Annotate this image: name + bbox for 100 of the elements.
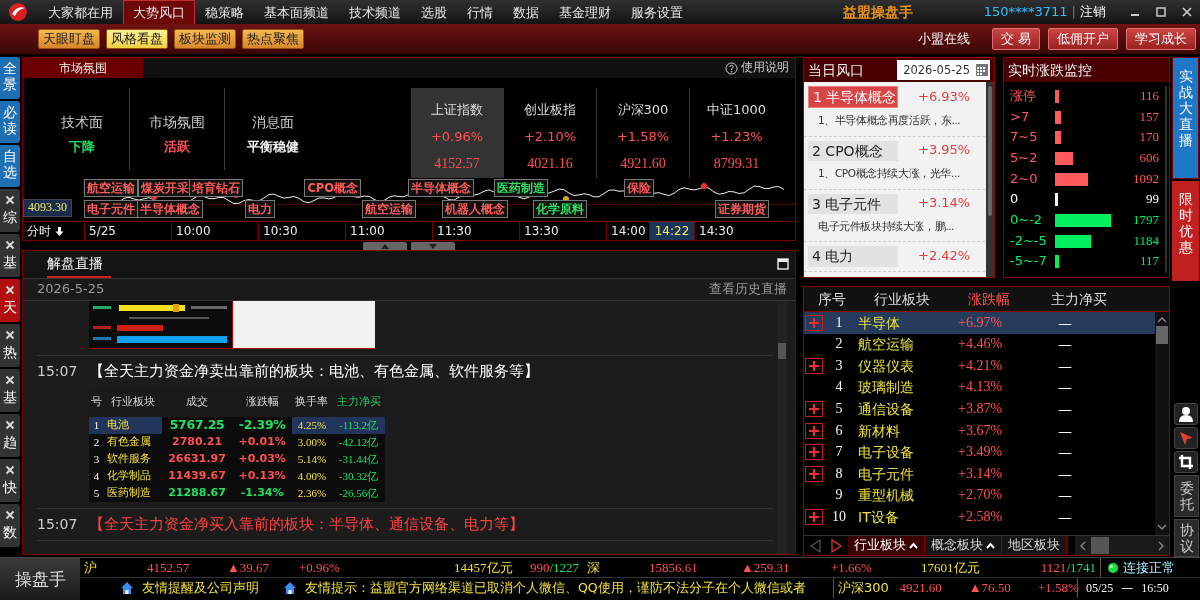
sector-tag[interactable]: 机器人概念 (442, 200, 509, 219)
scrollbar-thumb[interactable] (1091, 537, 1109, 554)
closable-tab[interactable]: 综 (0, 189, 20, 232)
topic-item[interactable]: 2 CPO概念 (808, 140, 898, 161)
sector-tag[interactable]: 半导体概念 (408, 179, 475, 198)
closable-tab[interactable]: 趋 (0, 414, 20, 457)
column-header[interactable]: 序号 (804, 289, 860, 309)
expand-button[interactable] (805, 358, 823, 374)
side-tab[interactable]: 自选 (0, 145, 20, 187)
close-icon[interactable] (1182, 7, 1192, 17)
promo-banner[interactable]: 实战大直播 (1172, 57, 1199, 179)
menu-item[interactable]: 数据 (503, 0, 549, 24)
sector-tag[interactable]: 化学原料 (533, 200, 588, 219)
notice-text[interactable]: 友情提示：益盟官方网络渠道已取消个人微信、QQ使用，谨防不法分子在个人微信或者 (305, 578, 806, 598)
side-tab[interactable]: 全景 (0, 57, 20, 99)
sector-tag[interactable]: CPO概念 (304, 179, 362, 198)
online-service-link[interactable]: 小盟在线 (917, 30, 970, 48)
expand-button[interactable] (805, 444, 823, 461)
scrollbar[interactable] (777, 301, 787, 554)
collapse-up-button[interactable] (363, 242, 407, 250)
expand-button[interactable] (805, 465, 823, 482)
panel-tab[interactable]: 市场氛围 (23, 58, 143, 78)
user-icon[interactable] (1178, 405, 1194, 422)
closable-tab[interactable]: 热 (0, 324, 20, 367)
close-icon[interactable] (5, 285, 15, 295)
closable-tab[interactable]: 天 (0, 279, 20, 322)
action-button[interactable]: 低佣开户 (1048, 28, 1118, 50)
scroll-right-icon[interactable] (1157, 540, 1165, 551)
side-button[interactable]: 协议 (1174, 518, 1199, 557)
expand-button[interactable] (805, 401, 823, 418)
previous-icon[interactable] (808, 537, 824, 554)
crop-icon[interactable] (1178, 453, 1194, 470)
scroll-up-icon[interactable] (1157, 316, 1167, 324)
closable-tab[interactable]: 基 (0, 234, 20, 277)
history-link[interactable]: 查看历史直播 (709, 281, 787, 298)
panel-tab[interactable]: 解盘直播 (47, 250, 111, 278)
notice-text[interactable]: 友情提醒及公司声明 (142, 578, 259, 598)
sector-tag[interactable]: 航空运输 (84, 179, 138, 198)
menu-item[interactable]: 基本面频道 (254, 0, 339, 24)
sector-tag[interactable]: 电力 (244, 200, 275, 219)
sector-tab[interactable]: 概念板块 (925, 536, 1002, 555)
column-header[interactable]: 行业板块 (860, 289, 944, 309)
topic-item[interactable]: 4 电力 (808, 246, 898, 267)
menu-item[interactable]: 基金理财 (549, 0, 621, 24)
mode-button[interactable]: 风格看盘 (106, 29, 168, 49)
collapse-down-button[interactable] (411, 242, 455, 250)
sector-tag[interactable]: 医药制造 (493, 179, 548, 198)
menu-item[interactable]: 选股 (411, 0, 457, 24)
index-card[interactable]: 沪深300 +1.58% 4921.60 (597, 88, 690, 179)
maximize-icon[interactable] (1156, 7, 1166, 17)
closable-tab[interactable]: 基 (0, 369, 20, 412)
menu-item[interactable]: 大家都在用 (38, 0, 123, 24)
menu-item[interactable]: 服务设置 (621, 0, 693, 24)
mode-button[interactable]: 天眼盯盘 (38, 29, 100, 49)
close-icon[interactable] (5, 375, 15, 385)
promo-banner[interactable]: 限时优惠 (1172, 181, 1199, 281)
column-header[interactable]: 主力净买 (1034, 289, 1124, 309)
index-card[interactable]: 创业板指 +2.10% 4021.16 (504, 88, 597, 179)
index-card[interactable]: 中证1000 +1.23% 8799.31 (690, 88, 783, 179)
scrollbar[interactable] (986, 82, 994, 277)
sector-tag[interactable]: 电子元件 (84, 200, 138, 219)
close-icon[interactable] (5, 465, 15, 475)
expand-button[interactable] (805, 509, 823, 526)
period-selector[interactable]: 分时 (27, 222, 51, 240)
sector-tab[interactable]: 行业板块 (848, 536, 925, 555)
topic-item[interactable]: 1 半导体概念 (808, 86, 898, 109)
pointer-icon[interactable] (1178, 429, 1194, 446)
mode-button[interactable]: 热点聚焦 (242, 29, 304, 49)
sector-tag[interactable]: 航空运输 (362, 200, 416, 219)
home-icon[interactable] (283, 581, 297, 595)
closable-tab[interactable]: 快 (0, 459, 20, 502)
sector-tab[interactable]: 地区板块 (1002, 536, 1067, 555)
close-icon[interactable] (5, 510, 15, 520)
column-header[interactable]: 涨跌幅 (944, 289, 1034, 309)
logout-link[interactable]: 注销 (1080, 3, 1106, 21)
scroll-down-icon[interactable] (1157, 523, 1167, 531)
mode-button[interactable]: 板块监测 (174, 29, 236, 49)
close-icon[interactable] (5, 195, 15, 205)
scrollbar-thumb[interactable] (1156, 326, 1168, 344)
sector-tag[interactable]: 半导体概念 (136, 200, 203, 219)
help-icon[interactable] (725, 61, 738, 75)
help-link[interactable]: 使用说明 (741, 60, 789, 76)
down-arrow-icon[interactable] (55, 225, 64, 237)
expand-button[interactable] (805, 314, 823, 331)
sector-tag[interactable]: 证券期货 (714, 200, 769, 219)
closable-tab[interactable]: 数 (0, 504, 20, 547)
topic-item[interactable]: 3 电子元件 (808, 193, 898, 214)
close-icon[interactable] (5, 420, 15, 430)
action-button[interactable]: 学习成长 (1126, 28, 1196, 50)
next-icon[interactable] (828, 537, 844, 554)
sector-tag[interactable]: 培育钻石 (189, 179, 244, 198)
side-button[interactable]: 委托 (1174, 474, 1199, 517)
scrollbar[interactable] (1165, 86, 1167, 273)
action-button[interactable]: 交 易 (991, 28, 1040, 50)
menu-item[interactable]: 技术频道 (339, 0, 411, 24)
home-icon[interactable] (120, 581, 134, 595)
expand-button[interactable] (805, 422, 823, 439)
date-picker[interactable]: 2026-05-25 (897, 60, 990, 80)
menu-item[interactable]: 大势风口 (123, 0, 195, 24)
menu-item[interactable]: 稳策略 (195, 0, 254, 24)
